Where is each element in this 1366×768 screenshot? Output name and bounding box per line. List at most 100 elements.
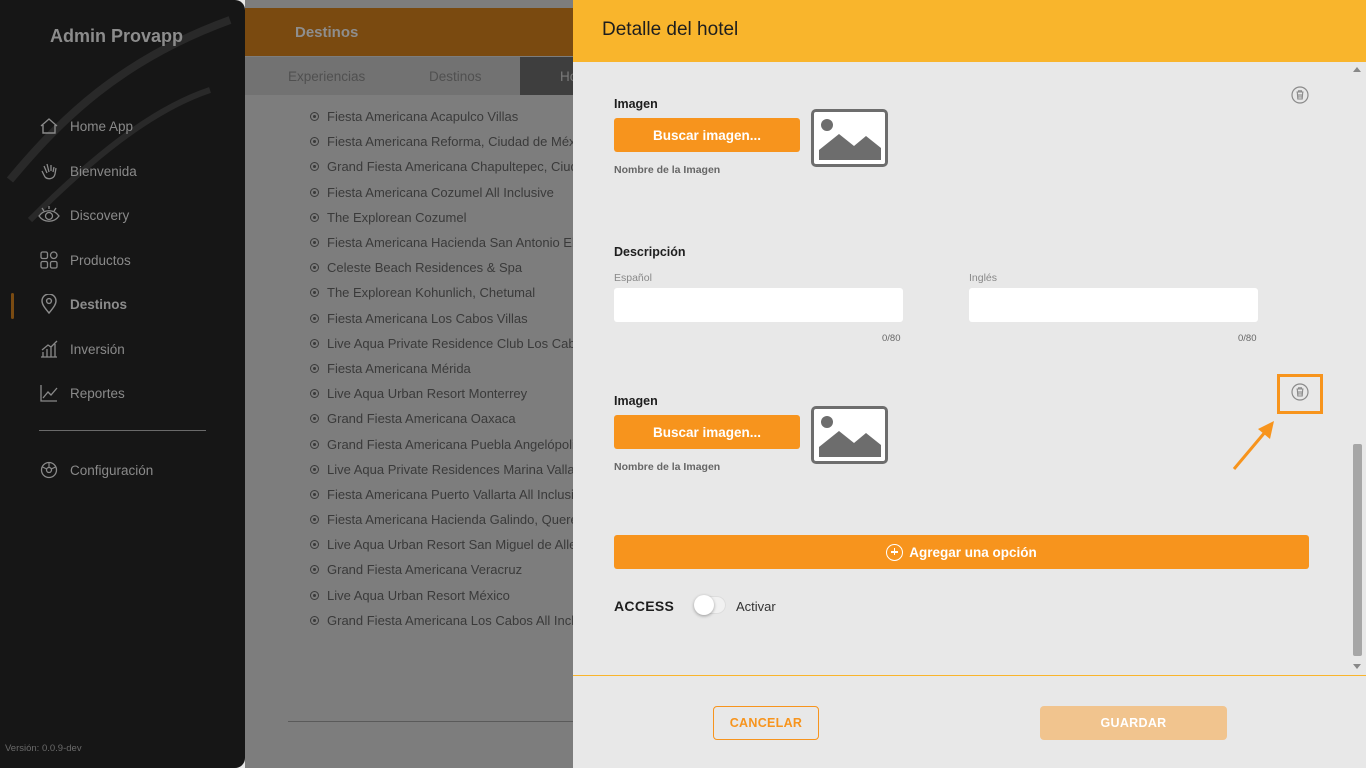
english-label: Inglés bbox=[969, 272, 998, 284]
hotel-name: Fiesta Americana Mérida bbox=[327, 360, 471, 376]
hotel-name: Fiesta Americana Los Cabos Villas bbox=[327, 310, 528, 326]
add-option-button[interactable]: Agregar una opción bbox=[614, 535, 1309, 569]
background-tabs: Experiencias Destinos Ho bbox=[245, 57, 577, 95]
sidebar-item-productos[interactable]: Productos bbox=[38, 246, 131, 274]
radio-icon bbox=[310, 389, 319, 399]
sidebar-item-home-app[interactable]: Home App bbox=[38, 112, 133, 140]
image-placeholder-icon bbox=[811, 406, 888, 464]
scrollbar-thumb[interactable] bbox=[1353, 444, 1362, 656]
hotel-list: Fiesta Americana Acapulco Villas Fiesta A… bbox=[310, 104, 575, 633]
hotel-name: Live Aqua Private Residence Club Los Cab… bbox=[327, 335, 575, 351]
image-placeholder-icon bbox=[811, 109, 888, 167]
background-header-title: Destinos bbox=[295, 24, 359, 41]
sidebar-item-inversion[interactable]: Inversión bbox=[38, 335, 125, 363]
list-item: Grand Fiesta Americana Puebla Angelópoli… bbox=[310, 431, 575, 456]
sidebar-item-label: Reportes bbox=[70, 385, 125, 401]
radio-icon bbox=[310, 187, 319, 197]
browse-image-button[interactable]: Buscar imagen... bbox=[614, 118, 800, 152]
list-item: Live Aqua Urban Resort Monterrey bbox=[310, 381, 575, 406]
hotel-name: Live Aqua Private Residences Marina Vall… bbox=[327, 461, 575, 477]
cancel-button[interactable]: CANCELAR bbox=[713, 706, 819, 740]
list-item: Fiesta Americana Hacienda San Antonio El… bbox=[310, 230, 575, 255]
scroll-up-icon[interactable] bbox=[1353, 67, 1361, 72]
hotel-name: Grand Fiesta Americana Los Cabos All Inc… bbox=[327, 612, 575, 628]
hotel-name: Fiesta Americana Hacienda Galindo, Queré… bbox=[327, 512, 575, 528]
trash-icon[interactable] bbox=[1291, 86, 1309, 104]
hotel-name: Fiesta Americana Reforma, Ciudad de Méxi… bbox=[327, 134, 575, 150]
list-item: Fiesta Americana Mérida bbox=[310, 356, 575, 381]
radio-icon bbox=[310, 414, 319, 424]
hotel-name: Grand Fiesta Americana Puebla Angelópoli… bbox=[327, 436, 575, 452]
list-item: Fiesta Americana Hacienda Galindo, Queré… bbox=[310, 507, 575, 532]
list-item: Grand Fiesta Americana Veracruz bbox=[310, 557, 575, 582]
browse-image-button[interactable]: Buscar imagen... bbox=[614, 415, 800, 449]
tab-experiencias: Experiencias bbox=[288, 69, 366, 84]
sidebar-item-label: Inversión bbox=[70, 341, 125, 357]
scrollbar[interactable] bbox=[1349, 62, 1366, 674]
highlight-box bbox=[1277, 374, 1323, 414]
list-item: The Explorean Cozumel bbox=[310, 205, 575, 230]
radio-icon bbox=[310, 263, 319, 273]
sidebar-item-reportes[interactable]: Reportes bbox=[38, 379, 125, 407]
list-item: Fiesta Americana Cozumel All Inclusive bbox=[310, 180, 575, 205]
toggle-knob bbox=[694, 595, 714, 615]
radio-icon bbox=[310, 112, 319, 122]
hotel-name: Celeste Beach Residences & Spa bbox=[327, 260, 523, 276]
app-version: Versión: 0.0.9-dev bbox=[5, 743, 82, 754]
active-indicator bbox=[11, 293, 14, 319]
description-english-input[interactable] bbox=[969, 288, 1258, 322]
plus-circle-icon bbox=[886, 543, 904, 561]
list-item: Fiesta Americana Los Cabos Villas bbox=[310, 306, 575, 331]
description-spanish-input[interactable] bbox=[614, 288, 903, 322]
sidebar-item-destinos[interactable]: Destinos bbox=[38, 290, 127, 318]
hotel-name: Fiesta Americana Acapulco Villas bbox=[327, 109, 519, 125]
image-label: Imagen bbox=[614, 97, 658, 111]
radio-icon bbox=[310, 464, 319, 474]
scroll-down-icon[interactable] bbox=[1353, 664, 1361, 669]
radio-icon bbox=[310, 137, 319, 147]
sidebar-item-label: Destinos bbox=[70, 296, 128, 312]
radio-icon bbox=[310, 615, 319, 625]
sidebar-item-configuracion[interactable]: Configuración bbox=[38, 456, 153, 484]
radio-icon bbox=[310, 238, 319, 248]
panel-header: Detalle del hotel bbox=[573, 0, 1366, 62]
sidebar-item-label: Productos bbox=[70, 252, 131, 268]
radio-icon bbox=[310, 313, 319, 323]
english-char-counter: 0/80 bbox=[1238, 333, 1257, 344]
access-toggle[interactable] bbox=[694, 595, 726, 615]
hotel-name: Live Aqua Urban Resort México bbox=[327, 587, 510, 603]
sidebar: Admin Provapp Home App Bienvenida Discov… bbox=[0, 0, 245, 768]
bar-chart-icon bbox=[38, 338, 60, 360]
location-pin-icon bbox=[38, 293, 60, 315]
sidebar-item-bienvenida[interactable]: Bienvenida bbox=[38, 157, 137, 185]
radio-icon bbox=[310, 212, 319, 222]
list-item: Fiesta Americana Puerto Vallarta All Inc… bbox=[310, 482, 575, 507]
save-button[interactable]: GUARDAR bbox=[1040, 706, 1227, 740]
list-item: Live Aqua Urban Resort San Miguel de All… bbox=[310, 532, 575, 557]
image-label: Imagen bbox=[614, 394, 658, 408]
list-item: Grand Fiesta Americana Chapultepec, Ciud… bbox=[310, 154, 575, 179]
list-item: Grand Fiesta Americana Oaxaca bbox=[310, 406, 575, 431]
hotel-name: Live Aqua Urban Resort San Miguel de All… bbox=[327, 537, 575, 553]
hotel-name: The Explorean Cozumel bbox=[327, 209, 467, 225]
description-label: Descripción bbox=[614, 245, 686, 259]
hotel-detail-panel: Detalle del hotel Imagen Buscar imagen..… bbox=[573, 0, 1366, 768]
hotel-name: Grand Fiesta Americana Chapultepec, Ciud… bbox=[327, 159, 575, 175]
list-item: Grand Fiesta Americana Los Cabos All Inc… bbox=[310, 608, 575, 633]
radio-icon bbox=[310, 288, 319, 298]
panel-body: Imagen Buscar imagen... Nombre de la Ima… bbox=[573, 62, 1349, 674]
list-item: Live Aqua Urban Resort México bbox=[310, 583, 575, 608]
hotel-name: The Explorean Kohunlich, Chetumal bbox=[327, 285, 536, 301]
panel-footer: CANCELAR GUARDAR bbox=[573, 675, 1366, 768]
list-item: Live Aqua Private Residence Club Los Cab… bbox=[310, 331, 575, 356]
tab-destinos: Destinos bbox=[429, 69, 482, 84]
wave-hand-icon bbox=[38, 160, 60, 182]
annotation-arrow-icon bbox=[1232, 421, 1274, 470]
home-icon bbox=[38, 115, 60, 137]
sidebar-item-discovery[interactable]: Discovery bbox=[38, 201, 129, 229]
list-item: Celeste Beach Residences & Spa bbox=[310, 255, 575, 280]
toggle-label: Activar bbox=[736, 599, 776, 614]
add-option-label: Agregar una opción bbox=[909, 544, 1037, 560]
radio-icon bbox=[310, 363, 319, 373]
hotel-name: Fiesta Americana Puerto Vallarta All Inc… bbox=[327, 486, 575, 502]
